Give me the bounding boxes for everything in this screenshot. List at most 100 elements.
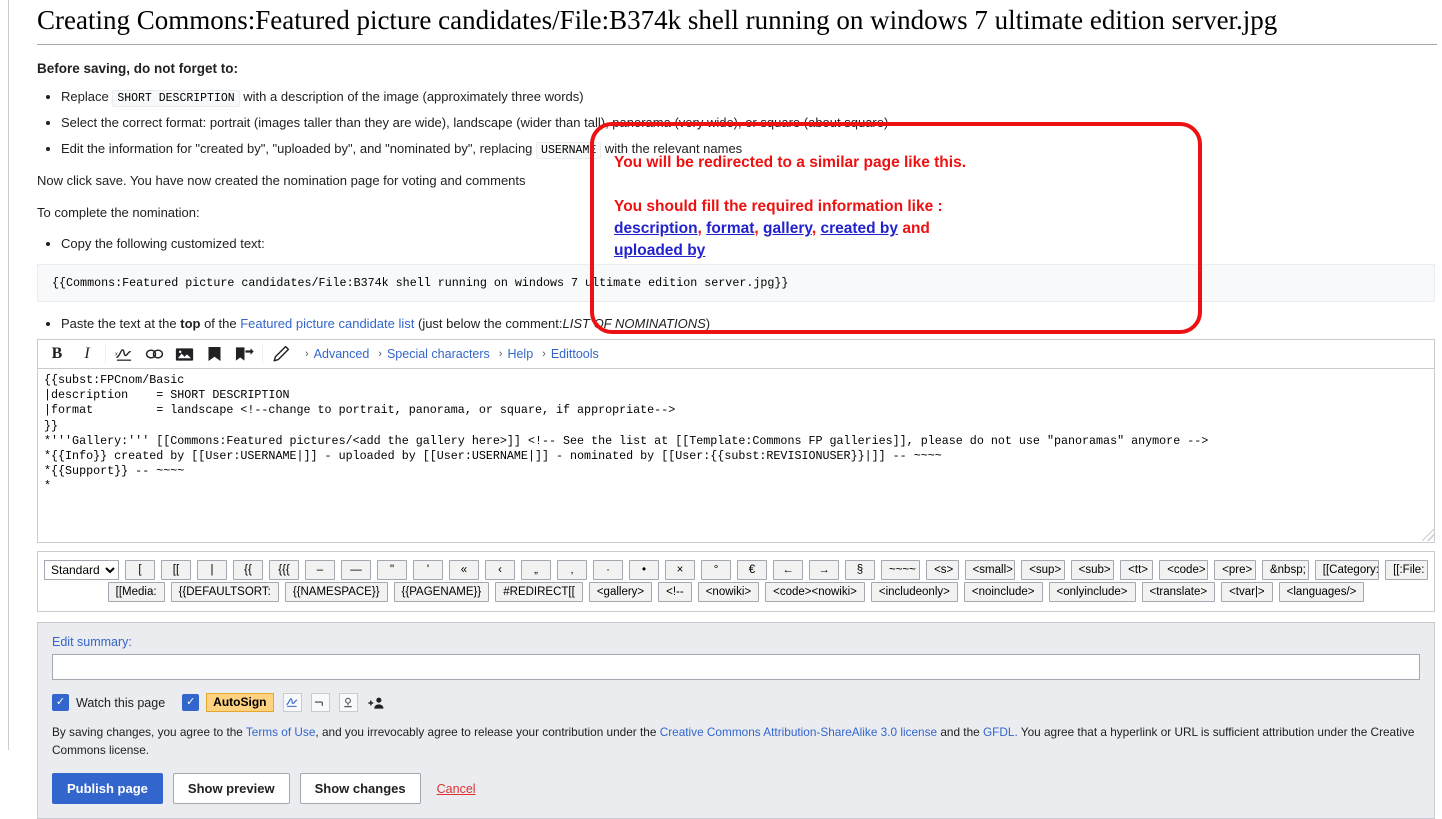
toolbar-menu-help[interactable]: ›Help [499, 347, 533, 361]
edittools-button[interactable]: <includeonly> [871, 582, 958, 602]
charset-select[interactable]: Standard [44, 560, 119, 580]
edittools-button[interactable]: #REDIRECT[[ [495, 582, 583, 602]
license-part-3: and the [937, 725, 983, 739]
add-user-icon[interactable] [368, 696, 385, 710]
edittools-button[interactable]: {{DEFAULTSORT: [171, 582, 279, 602]
edittools-button[interactable]: § [845, 560, 875, 580]
pencil-icon[interactable] [266, 341, 296, 367]
edittools-row-2: [[Media: {{DEFAULTSORT: {{NAMESPACE}} {{… [44, 582, 1428, 602]
edittools-button[interactable]: [[ [161, 560, 191, 580]
edittools-button[interactable]: « [449, 560, 479, 580]
edittools-button[interactable]: <noinclude> [964, 582, 1043, 602]
cite-icon[interactable] [229, 341, 259, 367]
edittools-button[interactable]: <s> [926, 560, 958, 580]
edit-summary-input[interactable] [52, 654, 1420, 680]
signature-icon[interactable]: x [109, 341, 139, 367]
gfdl-link[interactable]: GFDL. [983, 725, 1018, 739]
paste-pre: Paste the text at the [61, 316, 180, 331]
show-preview-button[interactable]: Show preview [173, 773, 290, 804]
publish-page-button[interactable]: Publish page [52, 773, 163, 804]
bullet1-pre: Replace [61, 89, 109, 104]
toolbar-menu-edittools[interactable]: ›Edittools [542, 347, 599, 361]
edittools-button[interactable]: &nbsp; [1262, 560, 1309, 580]
license-notice: By saving changes, you agree to the Term… [52, 724, 1420, 759]
paste-step-list: Paste the text at the top of the Feature… [37, 314, 1427, 334]
edittools-button[interactable]: × [665, 560, 695, 580]
dash-line-icon[interactable] [311, 693, 330, 712]
edittools-button[interactable]: ‚ [557, 560, 587, 580]
edittools-button[interactable]: [[Media: [108, 582, 165, 602]
edittools-button[interactable]: {{PAGENAME}} [394, 582, 490, 602]
edittools-button[interactable]: <tvar|> [1221, 582, 1273, 602]
page-title: Creating Commons:Featured picture candid… [37, 4, 1437, 45]
edittools-button[interactable]: <languages/> [1279, 582, 1365, 602]
edittools-button[interactable]: <gallery> [589, 582, 652, 602]
paste-end: ) [706, 316, 710, 331]
annotation-link-uploaded-by[interactable]: uploaded by [614, 242, 705, 259]
italic-icon[interactable]: I [72, 341, 102, 367]
cancel-link[interactable]: Cancel [437, 782, 476, 796]
watch-this-page-checkbox[interactable] [52, 694, 69, 711]
edittools-button[interactable]: <pre> [1214, 560, 1256, 580]
edittools-row-1: Standard [ [[ | {{ {{{ – — " ' « ‹ „ ‚ ·… [44, 560, 1428, 580]
link-icon[interactable] [139, 341, 169, 367]
cc-license-link[interactable]: Creative Commons Attribution-ShareAlike … [660, 725, 937, 739]
edittools-button[interactable]: • [629, 560, 659, 580]
autosign-badge[interactable]: AutoSign [206, 693, 273, 712]
list-of-nominations-comment: LIST OF NOMINATIONS [563, 316, 706, 331]
edittools-button[interactable]: <nowiki> [698, 582, 759, 602]
fpc-list-link[interactable]: Featured picture candidate list [240, 316, 414, 331]
stamp-icon[interactable] [339, 693, 358, 712]
paste-post: (just below the comment: [414, 316, 562, 331]
edittools-button[interactable]: ← [773, 560, 803, 580]
nomination-code-block[interactable]: {{Commons:Featured picture candidates/Fi… [37, 264, 1435, 302]
annotation-link-gallery[interactable]: gallery [763, 220, 812, 237]
edittools-button[interactable]: „ [521, 560, 551, 580]
signature-pen-icon[interactable] [283, 693, 302, 712]
edittools-button[interactable]: ‹ [485, 560, 515, 580]
edittools-button[interactable]: <code><nowiki> [765, 582, 865, 602]
edittools-button[interactable]: <code> [1159, 560, 1208, 580]
toolbar-divider [105, 345, 106, 363]
wikitext-textarea[interactable] [37, 368, 1435, 543]
edittools-button[interactable]: € [737, 560, 767, 580]
image-icon[interactable] [169, 341, 199, 367]
edittools-button[interactable]: " [377, 560, 407, 580]
edittools-button[interactable]: [ [125, 560, 155, 580]
edittools-button[interactable]: <sup> [1021, 560, 1064, 580]
terms-of-use-link[interactable]: Terms of Use [246, 725, 316, 739]
edittools-button[interactable]: <small> [965, 560, 1016, 580]
edittools-button[interactable]: {{{ [269, 560, 299, 580]
edittools-button[interactable]: <translate> [1142, 582, 1216, 602]
edittools-button[interactable]: <onlyinclude> [1049, 582, 1136, 602]
toolbar-menu-advanced[interactable]: ›Advanced [305, 347, 369, 361]
edittools-button[interactable]: – [305, 560, 335, 580]
edittools-button[interactable]: [[:File: [1385, 560, 1428, 580]
toolbar-menu-label: Special characters [387, 347, 490, 361]
edittools-button[interactable]: → [809, 560, 839, 580]
edittools-button[interactable]: · [593, 560, 623, 580]
annotation-link-description[interactable]: description [614, 220, 698, 237]
edittools-button[interactable]: ' [413, 560, 443, 580]
edittools-button[interactable]: | [197, 560, 227, 580]
edittools-button[interactable]: ~~~~ [881, 560, 920, 580]
edittools-button[interactable]: {{ [233, 560, 263, 580]
edittools-button[interactable]: <tt> [1120, 560, 1153, 580]
edittools-button[interactable]: <!-- [658, 582, 692, 602]
page-root: Creating Commons:Featured picture candid… [0, 0, 1442, 750]
edittools-button[interactable]: [[Category: [1315, 560, 1379, 580]
annotation-link-created-by[interactable]: created by [820, 220, 898, 237]
edittools-button[interactable]: — [341, 560, 371, 580]
annotation-link-format[interactable]: format [706, 220, 754, 237]
toolbar-menu-special-characters[interactable]: ›Special characters [378, 347, 490, 361]
annotation-sep: , [754, 220, 763, 237]
reference-icon[interactable] [199, 341, 229, 367]
edittools-button[interactable]: ° [701, 560, 731, 580]
show-changes-button[interactable]: Show changes [300, 773, 421, 804]
username-token: USERNAME [536, 142, 601, 159]
edittools-button[interactable]: <sub> [1071, 560, 1114, 580]
edittools-button[interactable]: {{NAMESPACE}} [285, 582, 388, 602]
autosign-checkbox[interactable] [182, 694, 199, 711]
resize-handle[interactable] [1422, 529, 1434, 541]
bold-icon[interactable]: B [42, 341, 72, 367]
